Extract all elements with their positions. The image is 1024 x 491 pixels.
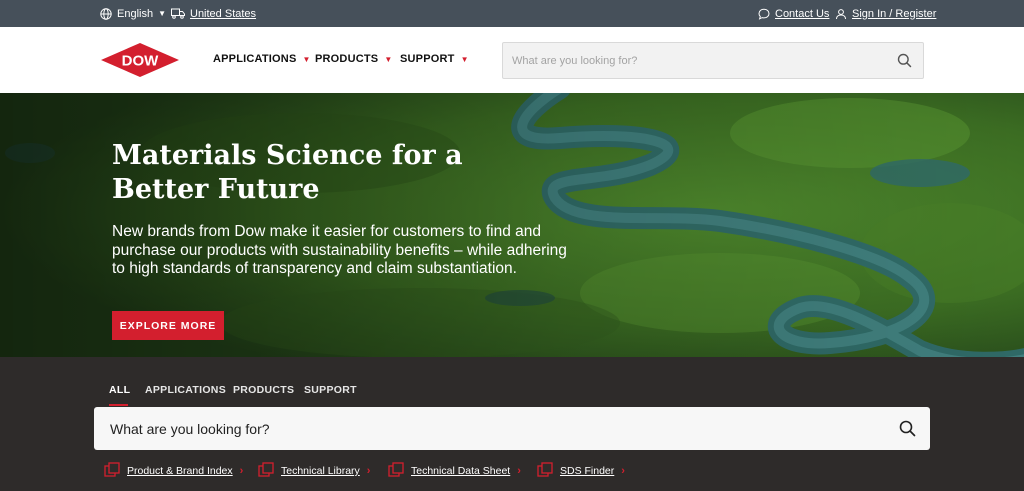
hero-banner: Materials Science for a Better Future Ne…: [0, 93, 1024, 357]
quick-link-label: Product & Brand Index: [127, 465, 233, 477]
language-label: English: [117, 7, 154, 20]
tab-all[interactable]: ALL: [109, 384, 130, 396]
header-search-input[interactable]: [503, 43, 883, 78]
nav-applications[interactable]: APPLICATIONS ▼: [213, 53, 311, 65]
chevron-right-icon: ›: [621, 465, 625, 477]
external-link-icon: [388, 461, 404, 481]
contact-link[interactable]: Contact Us: [758, 0, 829, 27]
main-search-box: [94, 407, 930, 450]
chevron-down-icon: ▼: [384, 54, 393, 64]
logo-wordmark: DOW: [122, 53, 160, 70]
region-label: United States: [190, 7, 257, 20]
nav-applications-label: APPLICATIONS: [213, 53, 297, 65]
tab-products[interactable]: PRODUCTS: [233, 384, 294, 396]
search-icon[interactable]: [899, 420, 916, 442]
chevron-down-icon: ▼: [460, 54, 469, 64]
quick-link-product-brand-index[interactable]: Product & Brand Index ›: [104, 461, 244, 481]
main-navigation: DOW APPLICATIONS ▼ PRODUCTS ▼ SUPPORT ▼: [0, 27, 1024, 93]
active-tab-indicator: [109, 404, 128, 406]
globe-icon: [100, 7, 112, 20]
quick-link-technical-data-sheet[interactable]: Technical Data Sheet ›: [388, 461, 521, 481]
quick-link-label: SDS Finder: [560, 465, 615, 477]
quick-link-sds-finder[interactable]: SDS Finder ›: [537, 461, 625, 481]
signin-label: Sign In / Register: [852, 7, 937, 20]
hero-description: New brands from Dow make it easier for c…: [112, 223, 567, 278]
nav-products[interactable]: PRODUCTS ▼: [315, 53, 392, 65]
chevron-down-icon: ▼: [302, 54, 311, 64]
contact-label: Contact Us: [775, 7, 830, 20]
nav-support-label: SUPPORT: [400, 53, 455, 65]
nav-support[interactable]: SUPPORT ▼: [400, 53, 469, 65]
chevron-right-icon: ›: [517, 465, 521, 477]
quick-link-label: Technical Library: [281, 465, 360, 477]
explore-more-button[interactable]: EXPLORE MORE: [112, 311, 224, 340]
quick-link-label: Technical Data Sheet: [411, 465, 511, 477]
signin-link[interactable]: Sign In / Register: [835, 0, 936, 27]
hero-title: Materials Science for a Better Future: [112, 140, 463, 205]
utility-bar: English ▼ United States Contact Us Sign …: [0, 0, 1024, 27]
chevron-right-icon: ›: [239, 465, 244, 477]
user-icon: [835, 8, 847, 20]
quick-link-technical-library[interactable]: Technical Library ›: [258, 461, 371, 481]
language-selector[interactable]: English ▼: [100, 0, 166, 27]
external-link-icon: [537, 461, 553, 481]
truck-icon: [171, 8, 185, 19]
main-search-input[interactable]: [94, 407, 874, 450]
external-link-icon: [104, 461, 120, 481]
chevron-down-icon: ▼: [158, 9, 166, 18]
chat-bubble-icon: [758, 8, 770, 20]
dow-logo[interactable]: DOW: [100, 42, 180, 78]
region-selector[interactable]: United States: [171, 0, 256, 27]
header-search: [502, 42, 924, 79]
external-link-icon: [258, 461, 274, 481]
tab-support[interactable]: SUPPORT: [304, 384, 357, 396]
chevron-right-icon: ›: [366, 465, 371, 477]
search-panel: ALL APPLICATIONS PRODUCTS SUPPORT Produc…: [0, 357, 1024, 491]
tab-applications[interactable]: APPLICATIONS: [145, 384, 226, 396]
nav-products-label: PRODUCTS: [315, 53, 379, 65]
search-icon[interactable]: [897, 53, 912, 73]
